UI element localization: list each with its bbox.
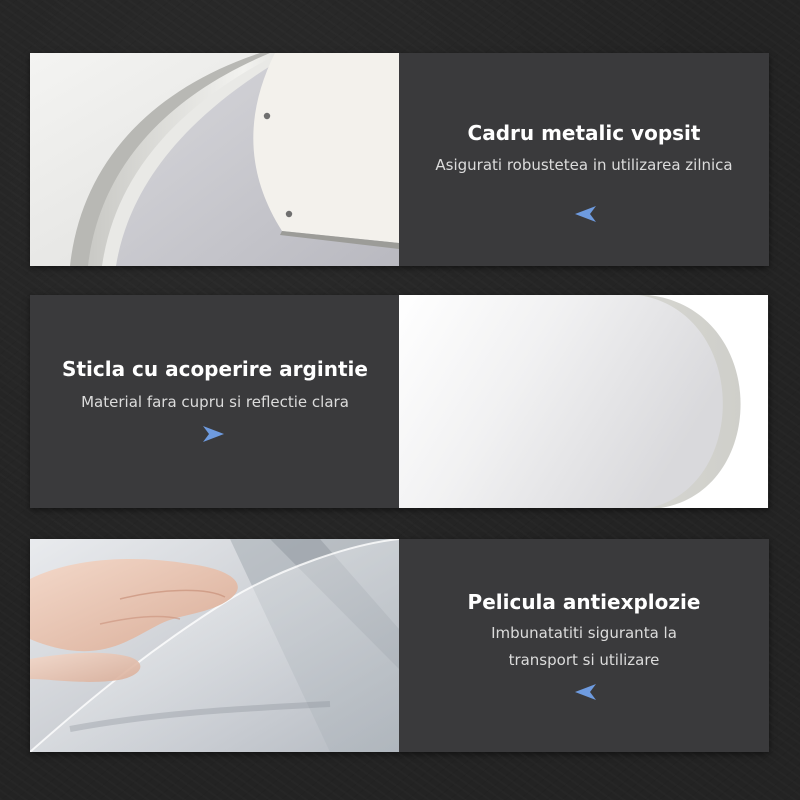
- feature-text-box: Cadru metalic vopsit Asigurati robustete…: [399, 53, 769, 266]
- feature-subtitle: Asigurati robustetea in utilizarea zilni…: [435, 156, 733, 174]
- feature-title: Sticla cu acoperire argintie: [62, 357, 368, 381]
- feature-title: Pelicula antiexplozie: [467, 590, 701, 614]
- mirror-glass-photo: [399, 295, 768, 508]
- protective-film-photo: [30, 539, 399, 752]
- feature-panel-frame: Cadru metalic vopsit Asigurati robustete…: [30, 53, 769, 266]
- feature-title: Cadru metalic vopsit: [467, 121, 701, 145]
- metal-frame-photo: [30, 53, 399, 266]
- feature-subtitle: Material fara cupru si reflectie clara: [81, 393, 349, 411]
- arrow-right-icon: [202, 425, 224, 443]
- arrow-left-icon: [575, 683, 597, 701]
- feature-text-box: Pelicula antiexplozie Imbunatatiti sigur…: [399, 539, 769, 752]
- feature-panel-glass: Sticla cu acoperire argintie Material fa…: [30, 295, 769, 508]
- arrow-left-icon: [575, 205, 597, 223]
- feature-subtitle-line-1: Imbunatatiti siguranta la: [491, 624, 677, 642]
- feature-subtitle-line-2: transport si utilizare: [508, 651, 660, 669]
- feature-panel-film: Pelicula antiexplozie Imbunatatiti sigur…: [30, 539, 769, 752]
- feature-text-box: Sticla cu acoperire argintie Material fa…: [30, 295, 400, 508]
